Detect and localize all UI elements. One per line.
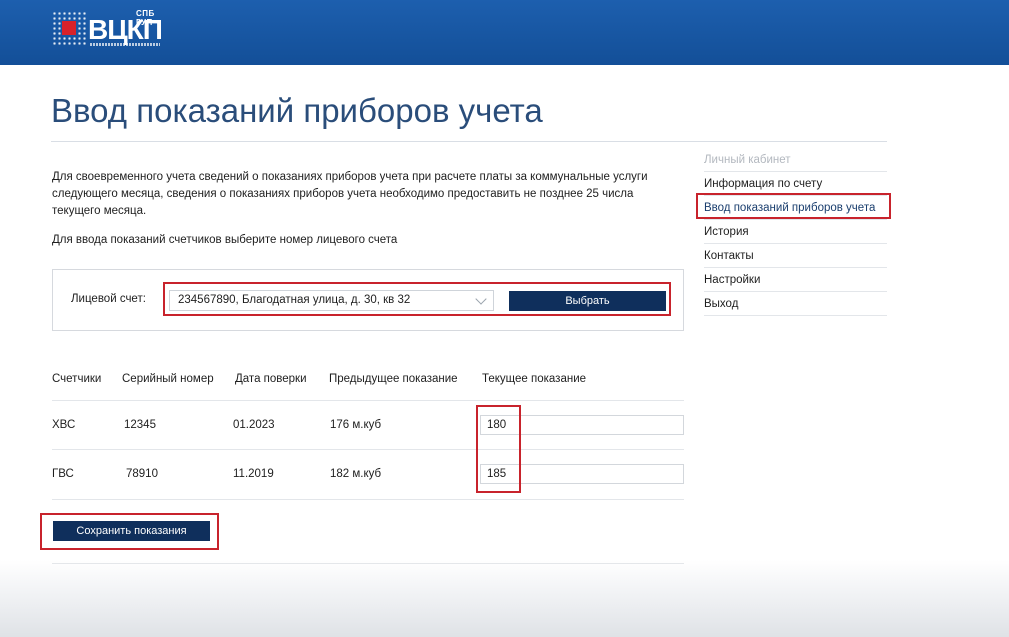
logo-main-text: ВЦКП xyxy=(88,14,163,45)
chevron-down-icon xyxy=(475,293,487,305)
sidebar-item-meter-readings[interactable]: Ввод показаний приборов учета xyxy=(704,196,887,220)
current-reading-input[interactable]: 180 xyxy=(480,415,684,435)
account-label: Лицевой счет: xyxy=(71,293,146,305)
sidebar-item-account-info[interactable]: Информация по счету xyxy=(704,172,887,196)
column-header-previous: Предыдущее показание xyxy=(329,373,458,385)
logo-subtitle-line xyxy=(90,43,160,46)
table-divider xyxy=(52,499,684,500)
sidebar-item-logout[interactable]: Выход xyxy=(704,292,887,316)
cell-serial: 78910 xyxy=(126,468,158,480)
cell-date: 01.2023 xyxy=(233,419,275,431)
column-header-date: Дата поверки xyxy=(235,373,307,385)
vckp-logo[interactable]: СПБ ГУП ВЦКП xyxy=(52,9,168,51)
table-divider xyxy=(52,449,684,450)
sidebar-item-contacts[interactable]: Контакты xyxy=(704,244,887,268)
sidebar-item-settings[interactable]: Настройки xyxy=(704,268,887,292)
current-reading-input[interactable]: 185 xyxy=(480,464,684,484)
column-header-current: Текущее показание xyxy=(482,373,587,385)
save-readings-button[interactable]: Сохранить показания xyxy=(53,521,210,541)
bottom-fade xyxy=(0,560,1009,637)
intro-paragraph-instruction: Для ввода показаний счетчиков выберите н… xyxy=(52,234,398,246)
table-divider xyxy=(52,400,684,401)
cell-date: 11.2019 xyxy=(233,468,274,480)
sidebar-item-cabinet[interactable]: Личный кабинет xyxy=(704,148,887,172)
column-header-serial: Серийный номер xyxy=(122,373,214,385)
page-title: Ввод показаний приборов учета xyxy=(51,92,543,129)
account-select-value: 234567890, Благодатная улица, д. 30, кв … xyxy=(178,294,411,306)
cell-meter: ХВС xyxy=(52,419,76,431)
cell-serial: 12345 xyxy=(124,419,156,431)
account-select[interactable]: 234567890, Благодатная улица, д. 30, кв … xyxy=(169,290,494,311)
intro-text: Для своевременного учета сведений о пока… xyxy=(52,169,682,261)
sidebar-menu: Личный кабинет Информация по счету Ввод … xyxy=(704,148,887,316)
intro-paragraph-deadline: Для своевременного учета сведений о пока… xyxy=(52,171,648,217)
cell-meter: ГВС xyxy=(52,468,74,480)
column-header-meters: Счетчики xyxy=(52,373,102,385)
choose-account-button[interactable]: Выбрать xyxy=(509,291,666,311)
logo-red-square-icon xyxy=(62,21,76,35)
account-selector-panel: Лицевой счет: 234567890, Благодатная ули… xyxy=(52,269,684,331)
top-bar: СПБ ГУП ВЦКП xyxy=(0,0,1009,65)
cell-previous: 176 м.куб xyxy=(330,419,382,431)
title-divider xyxy=(51,141,887,142)
cell-previous: 182 м.куб xyxy=(330,468,382,480)
sidebar-item-history[interactable]: История xyxy=(704,220,887,244)
